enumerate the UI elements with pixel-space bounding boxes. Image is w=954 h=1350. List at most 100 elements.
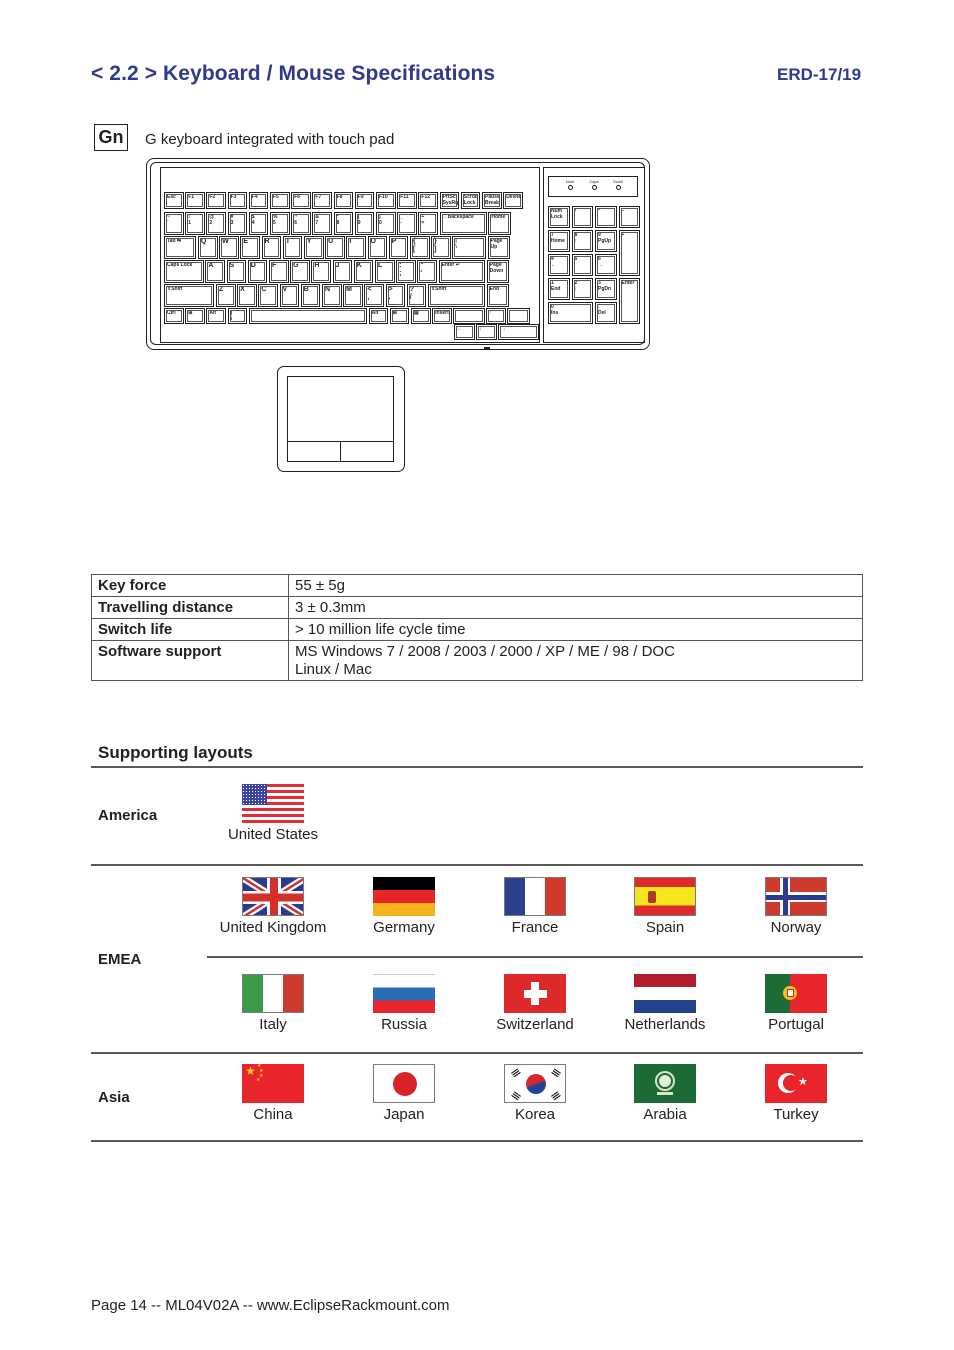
keyboard-numpad-section: Num Caps Scroll Num Lock / * − 7 Home 8 ↑ 9 Pg…	[543, 167, 645, 343]
keyboard-key: ↑	[486, 308, 506, 324]
layout-netherlands: Netherlands	[600, 974, 730, 1033]
keyboard-key: A	[205, 260, 226, 283]
page-title: < 2.2 > Keyboard / Mouse Specifications	[91, 62, 496, 85]
keyboard-key: R	[261, 236, 282, 259]
norway-flag-icon	[765, 877, 827, 916]
scroll-lock-led: Scroll	[607, 179, 629, 190]
layout-arabia: Arabia	[600, 1064, 730, 1123]
keyboard-key: K	[353, 260, 374, 283]
table-row: Travelling distance 3 ± 0.3mm	[91, 596, 863, 619]
numpad-key: . Del	[595, 302, 617, 324]
keyboard-key: X	[237, 284, 257, 307]
layout-spain: Spain	[600, 877, 730, 936]
layout-russia: Russia	[339, 974, 469, 1033]
china-flag-icon: ★ ★ ★ ★ ★	[242, 1064, 304, 1103]
keyboard-key: } ]	[431, 236, 451, 259]
keyboard-key: % 5	[270, 212, 290, 235]
numpad-key: Num Lock	[548, 206, 570, 228]
keyboard-key: F1	[185, 192, 205, 209]
spec-value: 55 ± 5g	[288, 574, 863, 597]
keyboard-key: ←	[454, 324, 475, 340]
keyboard-key: ←Backspace	[439, 212, 487, 235]
keyboard-key: " '	[417, 260, 438, 283]
keyboard-illustration: Esc F1 F2 F3 F4 F5 F6 F7 F8 F9 F10 F11 F12 PrtSc SysR…	[146, 158, 650, 350]
keyboard-key: H	[311, 260, 332, 283]
divider	[91, 766, 863, 768]
touchpad-left-button	[287, 441, 341, 462]
country-label: United States	[227, 826, 319, 843]
keyboard-key: { [	[409, 236, 430, 259]
country-label: Arabia	[643, 1106, 687, 1123]
keyboard-key	[453, 308, 485, 324]
japan-flag-icon	[373, 1064, 435, 1103]
keyboard-key: J	[332, 260, 353, 283]
spec-value-line: Linux / Mac	[295, 661, 372, 678]
keyboard-key: Page Up	[487, 236, 511, 259]
keyboard-main-section: Esc F1 F2 F3 F4 F5 F6 F7 F8 F9 F10 F11 F12 PrtSc SysR…	[160, 167, 540, 343]
layout-china: ★ ★ ★ ★ ★ China	[208, 1064, 338, 1123]
numpad-key: Enter	[618, 278, 640, 324]
led-label: Caps	[589, 179, 599, 184]
numpad-key: 2 ↓	[571, 278, 593, 300]
keyboard-key: PrtSc SysRq	[439, 192, 460, 209]
keyboard-key: F7	[312, 192, 333, 209]
keyboard-key: ⇧Shift	[164, 284, 215, 307]
numpad-key: +	[618, 230, 640, 276]
keyboard-key: ! 1	[185, 212, 205, 235]
keyboard-key: ~ `	[164, 212, 184, 235]
uk-flag-icon	[242, 877, 304, 916]
led-label: Num	[565, 179, 575, 184]
keyboard-key: Caps Lock	[164, 260, 204, 283]
us-flag-icon	[242, 784, 304, 823]
numpad-key: /	[571, 206, 593, 228]
layout-united-states: United States	[208, 784, 338, 843]
keyboard-key	[507, 308, 531, 324]
keyboard-key: Enter ↵	[438, 260, 486, 283]
spec-key: Travelling distance	[91, 596, 289, 619]
layout-france: France	[470, 877, 600, 936]
keyboard-key: Home	[488, 212, 512, 235]
keyboard-key: Alt	[368, 308, 389, 324]
region-label-emea: EMEA	[98, 951, 142, 968]
keyboard-key: Z	[215, 284, 236, 307]
country-label: Norway	[770, 919, 822, 936]
keyboard-key: Delete	[503, 192, 523, 209]
country-label: United Kingdom	[219, 919, 327, 936]
keyboard-key: Esc	[164, 192, 184, 209]
keyboard-key: ⊞	[389, 308, 410, 324]
arab-league-flag-icon	[634, 1064, 696, 1103]
keyboard-key: F10	[376, 192, 396, 209]
keyboard-key: < ,	[364, 284, 385, 307]
divider	[207, 956, 863, 958]
caps-lock-led: Caps	[583, 179, 605, 190]
layout-norway: Norway	[731, 877, 861, 936]
keyboard-key: D	[247, 260, 268, 283]
country-label: Netherlands	[624, 1016, 706, 1033]
keyboard-key: @ 2	[206, 212, 227, 235]
keyboard-key: | \	[227, 308, 248, 324]
layout-japan: Japan	[339, 1064, 469, 1123]
keyboard-key: : ;	[396, 260, 416, 283]
layout-korea: Korea	[470, 1064, 600, 1123]
country-label: Japan	[383, 1106, 425, 1123]
keyboard-key: $ 4	[248, 212, 269, 235]
numpad-key: 3 PgDn	[595, 278, 617, 300]
keyboard-key: ? /	[406, 284, 427, 307]
keyboard-key: _ -	[397, 212, 417, 235]
touchpad-surface	[287, 376, 394, 441]
numpad-key: 4 ←	[548, 254, 570, 276]
numpad-key: *	[595, 206, 617, 228]
spain-flag-icon	[634, 877, 696, 916]
france-flag-icon	[504, 877, 566, 916]
led-label: Scroll	[612, 179, 623, 184]
spec-key: Switch life	[91, 618, 289, 641]
keyboard-key: C	[258, 284, 279, 307]
keyboard-key: I	[346, 236, 366, 259]
divider	[91, 1052, 863, 1054]
switzerland-flag-icon	[504, 974, 566, 1013]
document-id: ERD-17/19	[777, 65, 862, 84]
layout-portugal: Portugal	[731, 974, 861, 1033]
keyboard-key: + =	[418, 212, 439, 235]
layout-italy: Italy	[208, 974, 338, 1033]
table-row: Software support MS Windows 7 / 2008 / 2…	[91, 640, 863, 681]
